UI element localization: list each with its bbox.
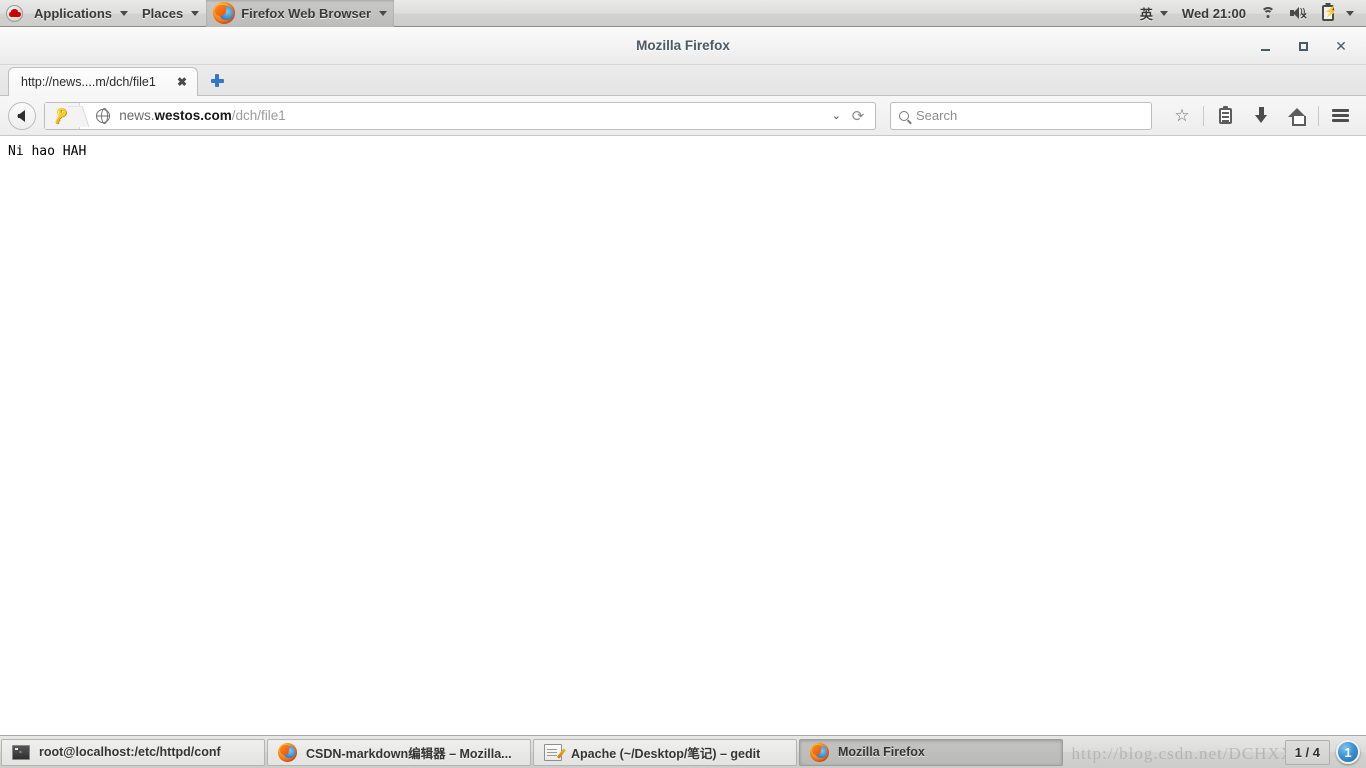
speaker-glyph: )) ✕ xyxy=(1290,6,1308,21)
taskbar-item-label: CSDN-markdown编辑器 – Mozilla... xyxy=(306,746,512,761)
terminal-icon xyxy=(12,744,30,760)
taskbar-item-gedit[interactable]: Apache (~/Desktop/笔记) – gedit xyxy=(533,738,797,766)
bookmark-star-icon[interactable]: ☆ xyxy=(1164,101,1200,131)
tab-title: http://news....m/dch/file1 xyxy=(21,75,156,89)
chevron-down-icon xyxy=(120,10,129,16)
tab-close-icon[interactable]: ✖ xyxy=(175,75,189,89)
applications-menu[interactable]: Applications xyxy=(27,0,135,27)
volume-muted-icon[interactable]: )) ✕ xyxy=(1284,0,1314,27)
url-dropdown-icon[interactable]: ⌄ xyxy=(824,109,849,122)
places-menu[interactable]: Places xyxy=(135,0,206,27)
watermark-text: http://blog.csdn.net/DCHXX xyxy=(1071,744,1294,763)
library-glyph xyxy=(1218,105,1232,124)
plus-icon xyxy=(210,74,224,87)
home-glyph xyxy=(1288,107,1306,126)
chevron-down-icon xyxy=(379,10,388,16)
window-list-taskbar: root@localhost:/etc/httpd/conf CSDN-mark… xyxy=(0,735,1366,768)
menu-glyph xyxy=(1331,109,1349,122)
firefox-icon xyxy=(278,742,297,762)
wifi-glyph xyxy=(1260,6,1276,20)
search-placeholder: Search xyxy=(916,108,958,123)
gedit-icon xyxy=(544,743,562,761)
places-menu-label: Places xyxy=(142,5,184,21)
panel-status-area: 英 Wed 21:00 )) ✕ xyxy=(1134,0,1366,27)
star-glyph: ☆ xyxy=(1174,105,1190,125)
maximize-button[interactable] xyxy=(1294,37,1312,55)
arrow-left-icon xyxy=(16,109,25,122)
home-icon[interactable] xyxy=(1279,101,1315,131)
hamburger-menu-icon[interactable] xyxy=(1322,101,1358,131)
chevron-down-icon xyxy=(191,10,200,16)
taskbar-item-csdn-firefox[interactable]: CSDN-markdown编辑器 – Mozilla... xyxy=(267,738,531,766)
minimize-button[interactable] xyxy=(1256,37,1274,55)
taskbar-status-area: 1 / 4 1 xyxy=(1284,739,1366,765)
taskbar-item-terminal[interactable]: root@localhost:/etc/httpd/conf xyxy=(1,738,265,766)
url-bar[interactable]: 🔑 news.westos.com/dch/file1 ⌄ ⟳ xyxy=(44,101,876,130)
url-text: news.westos.com/dch/file1 xyxy=(110,108,824,123)
chevron-down-icon xyxy=(1159,10,1168,16)
tab-strip: http://news....m/dch/file1 ✖ xyxy=(0,65,1366,96)
input-method-label: 英 xyxy=(1139,6,1153,22)
network-icon[interactable] xyxy=(1254,0,1282,27)
navigation-toolbar: 🔑 news.westos.com/dch/file1 ⌄ ⟳ Search ☆ xyxy=(0,96,1366,136)
active-application-label: Firefox Web Browser xyxy=(241,5,372,21)
notification-badge[interactable]: 1 xyxy=(1336,740,1360,764)
clock-label: Wed 21:00 xyxy=(1181,5,1246,21)
url-prefix: news. xyxy=(119,108,155,123)
firefox-icon xyxy=(810,742,829,762)
active-application-menu[interactable]: Firefox Web Browser xyxy=(206,0,395,27)
firefox-window: Mozilla Firefox ✕ http://news....m/dch/f… xyxy=(0,27,1366,735)
system-menu-button[interactable] xyxy=(1342,0,1360,27)
battery-glyph xyxy=(1322,5,1338,21)
window-titlebar: Mozilla Firefox ✕ xyxy=(0,27,1366,65)
redhat-logo-icon xyxy=(6,4,23,22)
browser-tab[interactable]: http://news....m/dch/file1 ✖ xyxy=(8,67,198,96)
workspace-switcher[interactable]: 1 / 4 xyxy=(1284,739,1330,765)
new-tab-button[interactable] xyxy=(204,66,230,95)
window-title: Mozilla Firefox xyxy=(636,38,730,53)
download-glyph xyxy=(1254,107,1268,124)
page-body-text: Ni hao HAH xyxy=(8,144,87,159)
input-method-indicator[interactable]: 英 xyxy=(1134,0,1174,27)
url-domain: westos.com xyxy=(154,108,232,123)
url-path: /dch/file1 xyxy=(231,108,286,123)
gnome-top-panel: Applications Places Firefox Web Browser … xyxy=(0,0,1366,27)
identity-box[interactable]: 🔑 xyxy=(45,102,81,129)
redhat-menu-button[interactable] xyxy=(0,0,27,27)
firefox-icon xyxy=(213,2,236,24)
taskbar-item-firefox[interactable]: Mozilla Firefox xyxy=(799,738,1063,766)
window-controls: ✕ xyxy=(1256,27,1358,65)
downloads-icon[interactable] xyxy=(1243,101,1279,131)
clock[interactable]: Wed 21:00 xyxy=(1176,0,1252,27)
taskbar-item-label: root@localhost:/etc/httpd/conf xyxy=(39,745,221,759)
chevron-down-icon xyxy=(1346,10,1354,16)
close-button[interactable]: ✕ xyxy=(1332,37,1350,55)
applications-menu-label: Applications xyxy=(34,5,113,21)
globe-icon xyxy=(96,108,111,124)
battery-charging-icon[interactable] xyxy=(1316,0,1340,27)
toolbar-divider xyxy=(1203,105,1204,126)
key-icon: 🔑 xyxy=(50,105,72,125)
taskbar-item-label: Mozilla Firefox xyxy=(838,745,925,759)
taskbar-item-label: Apache (~/Desktop/笔记) – gedit xyxy=(571,746,761,761)
search-bar[interactable]: Search xyxy=(890,101,1152,130)
search-icon xyxy=(899,110,909,121)
library-icon[interactable] xyxy=(1207,101,1243,131)
page-content-area: Ni hao HAH xyxy=(0,137,1366,735)
back-button[interactable] xyxy=(8,101,36,130)
toolbar-icon-group: ☆ xyxy=(1164,101,1358,131)
reload-icon[interactable]: ⟳ xyxy=(849,107,871,125)
toolbar-divider xyxy=(1318,105,1319,126)
